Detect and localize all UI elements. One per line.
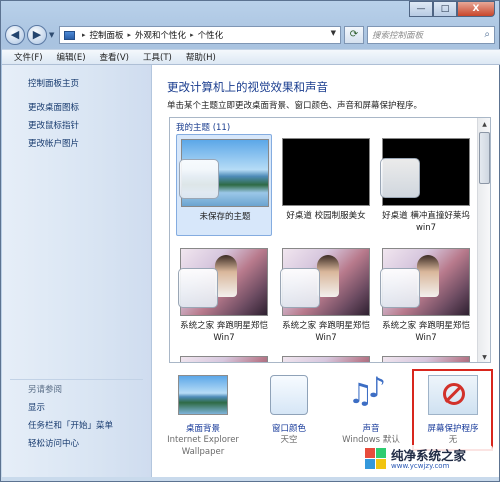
breadcrumb-personalization[interactable]: 个性化 — [198, 29, 224, 41]
theme-caption: 好桌道 横冲直撞好莱坞win7 — [382, 211, 470, 233]
watermark: 纯净系统之家 www.ycwjzy.com — [361, 445, 493, 473]
windows-logo-icon — [365, 448, 387, 470]
theme-caption: 系统之家 奔跑明星郑恺Win7 — [180, 321, 268, 343]
forward-button[interactable]: ▶ — [27, 25, 47, 45]
theme-thumbnail — [282, 138, 370, 206]
window-color-label[interactable]: 窗口颜色 — [251, 422, 327, 434]
window-color-swatch — [380, 268, 420, 308]
navigation-bar: ◀ ▶ ▼ ▸ 控制面板 ▸ 外观和个性化 ▸ 个性化 ▼ ⟳ 搜索控制面板 ⌕ — [1, 23, 500, 47]
scroll-down-icon[interactable]: ▼ — [479, 352, 490, 362]
breadcrumb-appearance[interactable]: 外观和个性化 — [135, 29, 186, 41]
change-account-picture-link[interactable]: 更改帐户图片 — [28, 137, 79, 149]
theme-thumbnail — [382, 356, 470, 362]
minimize-button[interactable]: — — [409, 1, 433, 17]
page-title: 更改计算机上的视觉效果和声音 — [167, 80, 328, 94]
address-bar[interactable]: ▸ 控制面板 ▸ 外观和个性化 ▸ 个性化 ▼ — [59, 26, 341, 44]
menu-view[interactable]: 查看(V) — [100, 51, 129, 63]
theme-item[interactable]: 系统之家 奔跑明星郑恺Win7 — [378, 244, 474, 346]
menu-file[interactable]: 文件(F) — [14, 51, 43, 63]
chevron-right-icon: ▸ — [82, 31, 86, 39]
menu-tools[interactable]: 工具(T) — [143, 51, 172, 63]
menu-edit[interactable]: 编辑(E) — [57, 51, 86, 63]
window-controls: — □ X — [409, 1, 495, 17]
theme-caption: 好桌道 校园制服美女 — [286, 211, 366, 221]
watermark-title: 纯净系统之家 — [391, 447, 467, 463]
close-button[interactable]: X — [457, 1, 495, 17]
theme-list: 我的主题 (11) 未保存的主题 好桌道 校园制服美女 好桌道 横冲直撞好莱坞w… — [169, 117, 491, 363]
task-pane: 控制面板主页 更改桌面图标 更改鼠标指针 更改帐户图片 另请参阅 显示 任务栏和… — [2, 65, 152, 477]
desktop-background-value: Internet Explorer Wallpaper — [167, 435, 239, 457]
window-color-swatch — [178, 268, 218, 308]
theme-caption: 系统之家 奔跑明星郑恺Win7 — [382, 321, 470, 343]
theme-item-partial[interactable] — [278, 352, 374, 362]
theme-item[interactable]: 好桌道 校园制服美女 — [278, 134, 374, 236]
theme-caption: 未保存的主题 — [199, 212, 251, 222]
scrollbar-thumb[interactable] — [479, 132, 490, 184]
highlight-box — [412, 369, 493, 451]
watermark-url: www.ycwjzy.com — [391, 461, 450, 470]
recent-pages-dropdown[interactable]: ▼ — [49, 31, 54, 39]
desktop-background-label[interactable]: 桌面背景 — [165, 422, 241, 434]
maximize-button[interactable]: □ — [433, 1, 457, 17]
breadcrumb-control-panel[interactable]: 控制面板 — [90, 29, 124, 41]
content-area: 控制面板主页 更改桌面图标 更改鼠标指针 更改帐户图片 另请参阅 显示 任务栏和… — [2, 65, 499, 477]
theme-thumbnail — [282, 356, 370, 362]
theme-item-unsaved[interactable]: 未保存的主题 — [176, 134, 272, 236]
taskbar-start-menu-link[interactable]: 任务栏和「开始」菜单 — [28, 419, 113, 431]
my-themes-group-label: 我的主题 (11) — [176, 123, 231, 133]
chevron-right-icon: ▸ — [127, 31, 132, 39]
title-bar: — □ X — [1, 1, 500, 23]
window-color-swatch — [179, 159, 219, 199]
control-panel-icon — [64, 30, 75, 40]
page-subtitle: 单击某个主题立即更改桌面背景、窗口颜色、声音和屏幕保护程序。 — [167, 101, 423, 111]
change-mouse-pointers-link[interactable]: 更改鼠标指针 — [28, 119, 79, 131]
display-link[interactable]: 显示 — [28, 401, 45, 413]
theme-caption: 系统之家 奔跑明星郑恺Win7 — [282, 321, 370, 343]
sound-icon: ♫ ♪ — [348, 371, 386, 410]
theme-item[interactable]: 好桌道 横冲直撞好莱坞win7 — [378, 134, 474, 236]
sound-setting[interactable]: ♫ ♪ 声音 Windows 默认 — [333, 371, 409, 446]
refresh-button[interactable]: ⟳ — [344, 26, 364, 44]
theme-item[interactable]: 系统之家 奔跑明星郑恺Win7 — [176, 244, 272, 346]
theme-item-partial[interactable] — [378, 352, 474, 362]
see-also-header: 另请参阅 — [28, 385, 63, 395]
change-desktop-icons-link[interactable]: 更改桌面图标 — [28, 101, 79, 113]
window-color-value: 天空 — [280, 435, 298, 445]
ease-of-access-link[interactable]: 轻松访问中心 — [28, 437, 79, 449]
divider — [10, 379, 143, 380]
window-color-swatch — [380, 158, 420, 198]
sound-label[interactable]: 声音 — [333, 422, 409, 434]
theme-list-scrollbar[interactable]: ▲ ▼ — [477, 118, 490, 362]
window-color-swatch — [280, 268, 320, 308]
search-icon[interactable]: ⌕ — [484, 29, 490, 40]
search-input[interactable]: 搜索控制面板 ⌕ — [367, 26, 495, 44]
chevron-right-icon: ▸ — [190, 31, 194, 39]
menu-help[interactable]: 帮助(H) — [186, 51, 216, 63]
control-panel-window: — □ X ◀ ▶ ▼ ▸ 控制面板 ▸ 外观和个性化 ▸ 个性化 ▼ ⟳ 搜索… — [0, 0, 500, 482]
window-color-icon — [270, 375, 308, 415]
theme-item[interactable]: 系统之家 奔跑明星郑恺Win7 — [278, 244, 374, 346]
theme-item-partial[interactable] — [176, 352, 272, 362]
main-pane: 更改计算机上的视觉效果和声音 单击某个主题立即更改桌面背景、窗口颜色、声音和屏幕… — [153, 65, 499, 477]
scroll-up-icon[interactable]: ▲ — [479, 119, 490, 130]
search-placeholder: 搜索控制面板 — [372, 31, 424, 41]
window-color-setting[interactable]: 窗口颜色 天空 — [251, 375, 327, 446]
menu-bar: 文件(F) 编辑(E) 查看(V) 工具(T) 帮助(H) — [2, 49, 500, 65]
back-button[interactable]: ◀ — [5, 25, 25, 45]
desktop-background-setting[interactable]: 桌面背景 Internet Explorer Wallpaper — [165, 375, 241, 458]
wallpaper-icon — [178, 375, 228, 415]
address-dropdown-icon[interactable]: ▼ — [331, 29, 336, 37]
control-panel-home-link[interactable]: 控制面板主页 — [28, 77, 79, 89]
theme-thumbnail — [180, 356, 268, 362]
